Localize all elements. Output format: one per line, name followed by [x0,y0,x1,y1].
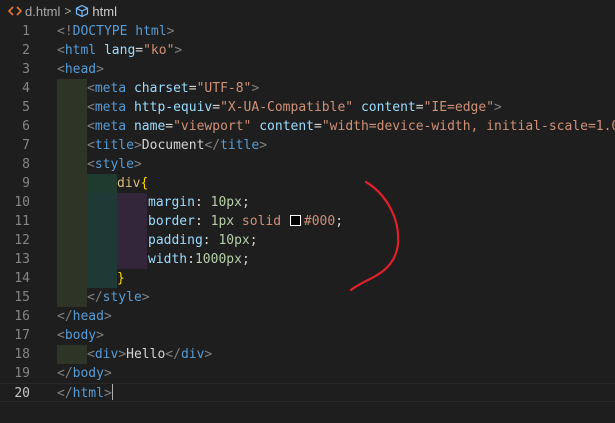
indent-guide [57,231,87,250]
line-code[interactable]: padding: 10px; [148,231,615,250]
line-number: 9 [22,176,30,191]
indent-guide [57,98,87,117]
line-number: 18 [14,347,30,362]
indent-guide [117,212,147,231]
line-number: 2 [22,43,30,58]
line-number: 20 [14,386,30,401]
line-code[interactable]: </html> [57,384,615,403]
indent-guide [57,117,87,136]
breadcrumb: d.html > html [0,0,615,22]
indent-guide [57,136,87,155]
code-line[interactable]: 14 } [0,269,615,288]
indent-guide [87,250,117,269]
indent-guide [57,250,87,269]
code-line[interactable]: 19 </body> [0,364,615,383]
line-code[interactable]: <meta name="viewport" content="width=dev… [87,117,615,136]
code-line[interactable]: 1 <!DOCTYPE html> [0,22,615,41]
indent-guide [57,193,87,212]
line-code[interactable]: margin: 10px; [148,193,615,212]
code-line[interactable]: 8 <style> [0,155,615,174]
code-line[interactable]: 11 border: 1px solid #000; [0,212,615,231]
line-code[interactable]: <meta http-equiv="X-UA-Compatible" conte… [87,98,615,117]
line-code[interactable]: <!DOCTYPE html> [57,22,615,41]
indent-guide [57,212,87,231]
indent-guide [57,345,87,364]
indent-guide [57,79,87,98]
code-line[interactable]: 17 <body> [0,326,615,345]
line-code[interactable]: <head> [57,60,615,79]
code-line[interactable]: 4 <meta charset="UTF-8"> [0,79,615,98]
html-file-icon [7,4,23,18]
code-line[interactable]: 2 <html lang="ko"> [0,41,615,60]
text-cursor [111,384,113,400]
code-editor[interactable]: 1 <!DOCTYPE html> 2 <html lang="ko"> 3 <… [0,22,615,423]
indent-guide [57,269,87,288]
line-code[interactable]: <div>Hello</div> [87,345,615,364]
line-number: 6 [22,119,30,134]
code-line[interactable]: 6 <meta name="viewport" content="width=d… [0,117,615,136]
line-number: 3 [22,62,30,77]
line-number: 14 [14,271,30,286]
line-number: 11 [14,214,30,229]
line-number: 4 [22,81,30,96]
line-number: 5 [22,100,30,115]
code-line[interactable]: 9 div{ [0,174,615,193]
indent-guide [57,174,87,193]
line-code[interactable]: <body> [57,326,615,345]
line-number: 19 [14,366,30,381]
breadcrumb-separator: > [64,4,72,18]
indent-guide [117,193,147,212]
line-code[interactable]: border: 1px solid #000; [148,212,615,231]
code-line[interactable]: 10 margin: 10px; [0,193,615,212]
breadcrumb-file[interactable]: d.html [25,4,60,19]
code-line[interactable]: 15 </style> [0,288,615,307]
line-code[interactable]: </style> [87,288,615,307]
line-number: 1 [22,24,30,39]
code-line-current[interactable]: 20 </html> [0,383,615,402]
line-code[interactable]: </body> [57,364,615,383]
code-line[interactable]: 3 <head> [0,60,615,79]
indent-guide [117,231,147,250]
symbol-cube-icon [75,4,89,18]
line-code[interactable]: width:1000px; [148,250,615,269]
line-code[interactable]: div{ [117,174,615,193]
breadcrumb-symbol[interactable]: html [92,4,117,19]
indent-guide [57,155,87,174]
color-swatch-icon[interactable] [289,215,301,226]
line-code[interactable]: <style> [87,155,615,174]
line-number: 8 [22,157,30,172]
line-code[interactable]: } [117,269,615,288]
line-number: 16 [14,309,30,324]
line-number: 10 [14,195,30,210]
line-code[interactable]: <html lang="ko"> [57,41,615,60]
code-line[interactable]: 18 <div>Hello</div> [0,345,615,364]
line-number: 17 [14,328,30,343]
line-number: 7 [22,138,30,153]
indent-guide [87,231,117,250]
indent-guide [57,288,87,307]
code-line[interactable]: 7 <title>Document</title> [0,136,615,155]
line-number: 13 [14,252,30,267]
indent-guide [87,269,117,288]
line-code[interactable]: <meta charset="UTF-8"> [87,79,615,98]
code-line[interactable]: 13 width:1000px; [0,250,615,269]
line-code[interactable]: </head> [57,307,615,326]
line-code[interactable]: <title>Document</title> [87,136,615,155]
indent-guide [87,212,117,231]
indent-guide [87,174,117,193]
code-line[interactable]: 16 </head> [0,307,615,326]
code-line[interactable]: 5 <meta http-equiv="X-UA-Compatible" con… [0,98,615,117]
indent-guide [87,193,117,212]
line-number: 15 [14,290,30,305]
code-line[interactable]: 12 padding: 10px; [0,231,615,250]
indent-guide [117,250,147,269]
line-number: 12 [14,233,30,248]
